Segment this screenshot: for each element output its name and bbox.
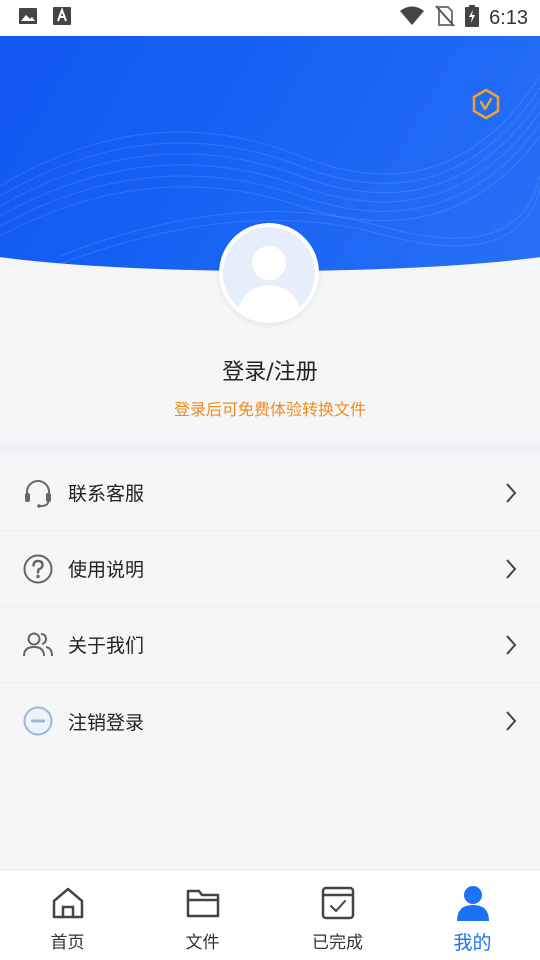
completed-icon (319, 884, 357, 922)
menu-item-label: 联系客服 (68, 483, 145, 505)
headset-icon (22, 477, 54, 509)
login-register-link[interactable]: 登录/注册 (0, 354, 540, 386)
section-divider (0, 441, 540, 455)
font-a-icon (52, 6, 72, 30)
wifi-icon (399, 6, 425, 30)
nav-label: 已完成 (312, 933, 363, 953)
person-icon (454, 884, 492, 922)
battery-charging-icon (465, 5, 480, 31)
menu-item-about-us[interactable]: 关于我们 (0, 607, 540, 683)
status-bar: 6:13 (0, 0, 540, 36)
menu-item-label: 关于我们 (68, 635, 145, 657)
question-circle-icon (22, 553, 54, 585)
menu-item-label: 注销登录 (68, 711, 145, 734)
verified-badge-icon[interactable] (472, 88, 500, 120)
nav-mine[interactable]: 我的 (405, 870, 540, 960)
bottom-navigation: 首页 文件 已完成 我的 (0, 869, 540, 960)
nav-label: 文件 (185, 933, 220, 953)
no-sim-icon (435, 5, 455, 31)
login-hint-text: 登录后可免费体验转换文件 (173, 400, 366, 419)
status-time: 6:13 (489, 6, 528, 29)
nav-files[interactable]: 文件 (135, 870, 270, 960)
menu-item-usage-guide[interactable]: 使用说明 (0, 531, 540, 607)
nav-label: 首页 (50, 933, 85, 953)
gallery-icon (18, 6, 38, 30)
chevron-right-icon (504, 634, 518, 656)
chevron-right-icon (504, 558, 518, 580)
nav-label: 我的 (453, 932, 492, 954)
folder-icon (184, 884, 222, 922)
home-icon (49, 884, 87, 922)
menu-item-label: 使用说明 (68, 559, 145, 581)
chevron-right-icon (504, 482, 518, 504)
nav-completed[interactable]: 已完成 (270, 870, 405, 960)
avatar[interactable] (219, 223, 319, 323)
chevron-right-icon (504, 710, 518, 732)
default-avatar-icon (223, 227, 315, 319)
menu-item-logout[interactable]: 注销登录 (0, 683, 540, 759)
settings-menu: 联系客服 使用说明 关于我们 注销登录 (0, 455, 540, 759)
menu-item-contact-service[interactable]: 联系客服 (0, 455, 540, 531)
users-icon (22, 629, 54, 661)
nav-home[interactable]: 首页 (0, 870, 135, 960)
minus-circle-icon (22, 705, 54, 737)
